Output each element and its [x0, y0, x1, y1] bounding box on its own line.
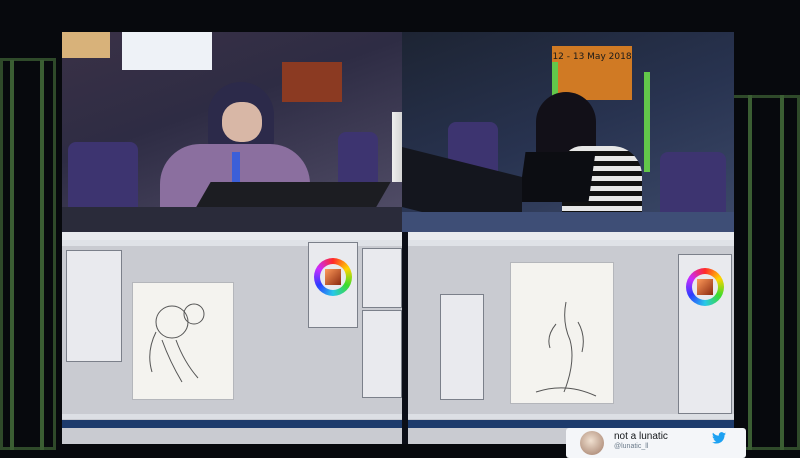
- laptop: [518, 152, 596, 202]
- navigator-panel: [362, 248, 402, 308]
- right-truss-bar-2: [780, 95, 784, 450]
- left-truss-bar: [10, 60, 14, 450]
- left-camera-feed: [62, 32, 402, 232]
- menu-bar: [408, 240, 734, 246]
- right-truss-bar: [748, 95, 752, 450]
- layer-panel: [362, 310, 402, 398]
- right-camera-feed: 12 - 13 May 2018: [402, 32, 734, 232]
- color-square: [697, 279, 713, 295]
- stage-light-small: [62, 32, 110, 58]
- status-bar: [408, 414, 734, 419]
- stage-light: [122, 32, 212, 70]
- event-date-text: 12 - 13 May 2018: [552, 52, 632, 62]
- avatar[interactable]: [580, 431, 604, 455]
- taskbar: [408, 420, 734, 428]
- camera-feed: 12 - 13 May 2018: [62, 32, 734, 232]
- desk: [402, 212, 734, 232]
- plant: [392, 112, 402, 182]
- tweet-card[interactable]: not a lunatic @lunatic_ll: [566, 428, 746, 458]
- left-paint-app: [62, 232, 402, 444]
- right-truss: [730, 95, 800, 450]
- sketch-drawing: [535, 301, 597, 397]
- tool-panel: [66, 250, 122, 362]
- left-truss-bar-2: [40, 60, 44, 450]
- twitter-bird-icon: [712, 432, 726, 444]
- status-bar: [62, 414, 402, 419]
- sketch-drawing: [149, 303, 205, 383]
- tweet-username[interactable]: not a lunatic: [614, 431, 668, 442]
- right-paint-app: [408, 232, 734, 444]
- projection-screen: 12 - 13 May 2018: [62, 32, 734, 444]
- layer-panel: [440, 294, 484, 400]
- color-square: [325, 269, 341, 285]
- tweet-handle[interactable]: @lunatic_ll: [614, 443, 648, 450]
- taskbar: [62, 420, 402, 428]
- left-truss: [0, 58, 56, 450]
- desk: [62, 207, 402, 232]
